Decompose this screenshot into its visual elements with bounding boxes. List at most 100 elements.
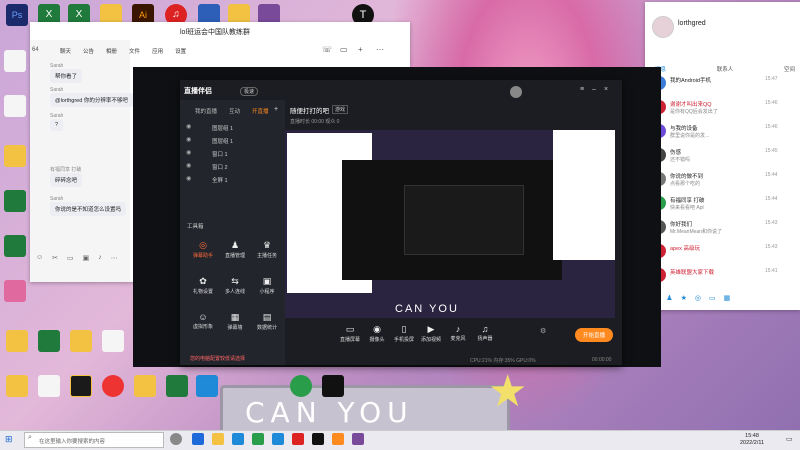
eye-icon[interactable]: ◉ xyxy=(186,162,191,169)
app-desktop-icon[interactable] xyxy=(102,375,124,397)
eye-icon[interactable]: ◉ xyxy=(186,149,191,156)
edge-icon[interactable] xyxy=(192,433,204,445)
tab-album[interactable]: 相册 xyxy=(106,47,117,55)
nav-interact[interactable]: 互动 xyxy=(229,107,240,115)
app-desktop-icon[interactable] xyxy=(70,375,92,397)
source-tool-button[interactable]: ♪ 麦克风 xyxy=(444,324,472,342)
eye-icon[interactable]: ◉ xyxy=(186,136,191,143)
list-item[interactable]: 有福同享 打破 快来看看吧 Apl 15:44 xyxy=(650,194,790,214)
app-desktop-icon[interactable] xyxy=(4,280,26,302)
folder-icon[interactable]: ▭ xyxy=(67,254,74,262)
layer-item[interactable]: ◉ 图层组 1 xyxy=(186,135,281,146)
tab-space[interactable]: 空间 xyxy=(784,65,795,73)
folder-desktop-icon[interactable] xyxy=(4,145,26,167)
app-desktop-icon[interactable] xyxy=(322,375,344,397)
list-item[interactable]: apex 高级玩 15:43 xyxy=(650,242,790,262)
tab-files[interactable]: 文件 xyxy=(129,47,140,55)
contacts-icon[interactable]: ♟ xyxy=(666,294,672,302)
side-tool-button[interactable]: ▤ 数据统计 xyxy=(250,312,284,331)
excel-desktop-icon[interactable] xyxy=(166,375,188,397)
eye-icon[interactable]: ◉ xyxy=(186,175,191,182)
list-item[interactable]: 谢谢才叫出来QQ 是你有QQ后会发出了 15:46 xyxy=(650,98,790,118)
image-icon[interactable]: ▣ xyxy=(83,254,90,262)
settings-icon[interactable]: ⚙ xyxy=(540,327,546,335)
list-item[interactable]: 我的Android手机 15:47 xyxy=(650,74,790,94)
side-tool-button[interactable]: ⇆ 多人连线 xyxy=(218,276,252,295)
video-icon[interactable]: ▭ xyxy=(340,45,348,54)
source-tool-button[interactable]: ▶ 添加视频 xyxy=(417,324,445,343)
layer-item[interactable]: ◉ 全屏 1 xyxy=(186,174,281,185)
tab-chat[interactable]: 聊天 xyxy=(60,47,71,55)
layer-item[interactable]: ◉ 窗口 1 xyxy=(186,148,281,159)
tab-contacts[interactable]: 联系人 xyxy=(717,65,734,73)
avatar[interactable] xyxy=(510,86,522,98)
game-icon[interactable]: ◎ xyxy=(695,294,701,302)
nav-go-live[interactable]: 开直播 xyxy=(252,107,269,115)
side-tool-button[interactable]: ♛ 主播任务 xyxy=(250,240,284,259)
eye-icon[interactable]: ◉ xyxy=(186,123,191,130)
excel-desktop-icon[interactable] xyxy=(4,235,26,257)
folder-icon[interactable]: ▭ xyxy=(709,294,716,302)
grid-icon[interactable]: ▦ xyxy=(724,294,731,302)
folder-desktop-icon[interactable] xyxy=(6,330,28,352)
add-member-icon[interactable]: + xyxy=(358,45,363,54)
side-tool-button[interactable]: ☺ 虚拟形象 xyxy=(186,312,220,330)
list-item[interactable]: 你说的做不到 点看那个吃的 15:44 xyxy=(650,170,790,190)
taskbar-search-input[interactable]: 在这里输入你要搜索的内容 xyxy=(24,432,164,448)
store-icon[interactable] xyxy=(232,433,244,445)
excel-desktop-icon[interactable] xyxy=(4,190,26,212)
avatar[interactable] xyxy=(652,16,674,38)
source-tool-button[interactable]: ♫ 扬声器 xyxy=(471,324,499,342)
more-icon[interactable]: ⋯ xyxy=(376,45,384,54)
music-icon[interactable] xyxy=(292,433,304,445)
start-live-button[interactable]: 开始直播 xyxy=(575,328,613,342)
task-view-icon[interactable] xyxy=(170,433,182,445)
file-explorer-icon[interactable] xyxy=(212,433,224,445)
layer-item[interactable]: ◉ 窗口 2 xyxy=(186,161,281,172)
minimize-icon[interactable]: – xyxy=(592,86,596,93)
wechat-icon[interactable] xyxy=(252,433,264,445)
source-tool-button[interactable]: ◉ 摄像头 xyxy=(363,324,391,343)
side-tool-button[interactable]: ◎ 弹幕助手 xyxy=(186,240,220,259)
scissors-icon[interactable]: ✂ xyxy=(52,254,58,262)
folder-desktop-icon[interactable] xyxy=(6,375,28,397)
more-icon[interactable]: ⋯ xyxy=(111,254,118,262)
file-desktop-icon[interactable] xyxy=(4,95,26,117)
add-layer-icon[interactable]: + xyxy=(274,106,278,113)
qq-icon[interactable] xyxy=(272,433,284,445)
layer-item[interactable]: ◉ 图层组 1 xyxy=(186,122,281,133)
side-tool-button[interactable]: ▣ 小程序 xyxy=(250,276,284,295)
tab-settings[interactable]: 设置 xyxy=(175,47,186,55)
source-tool-button[interactable]: ▯ 手机投屏 xyxy=(390,324,418,343)
windows-start-icon[interactable]: ⊞ xyxy=(5,434,13,445)
notification-icon[interactable]: ▭ xyxy=(786,435,793,443)
list-item[interactable]: 英雄联盟大家下载 15:41 xyxy=(650,266,790,286)
tab-apps[interactable]: 应用 xyxy=(152,47,163,55)
excel-desktop-icon[interactable] xyxy=(38,330,60,352)
close-icon[interactable]: × xyxy=(604,86,608,93)
list-item[interactable]: 你好我们 Mr.MeanMean和你说了 15:43 xyxy=(650,218,790,238)
file-desktop-icon[interactable] xyxy=(102,330,124,352)
list-item[interactable]: 伤感 还不错吗 15:45 xyxy=(650,146,790,166)
star-icon[interactable]: ★ xyxy=(681,294,687,302)
folder-desktop-icon[interactable] xyxy=(134,375,156,397)
file-desktop-icon[interactable] xyxy=(38,375,60,397)
emoji-icon[interactable]: ☺ xyxy=(36,254,43,262)
feishu-desktop-icon[interactable] xyxy=(196,375,218,397)
side-tool-button[interactable]: ▦ 弹幕墙 xyxy=(218,312,252,331)
photoshop-desktop-icon[interactable]: Ps xyxy=(6,4,28,26)
phone-icon[interactable]: ☏ xyxy=(322,45,332,54)
mic-icon[interactable]: ♪ xyxy=(98,254,102,262)
folder-desktop-icon[interactable] xyxy=(70,330,92,352)
live-companion-taskbar-icon[interactable] xyxy=(332,433,344,445)
side-tool-button[interactable]: ✿ 礼物设置 xyxy=(186,276,220,295)
nav-my-live[interactable]: 我的直播 xyxy=(195,107,217,115)
source-tool-button[interactable]: ▭ 直播屏幕 xyxy=(336,324,364,343)
tab-announcement[interactable]: 公告 xyxy=(83,47,94,55)
side-tool-button[interactable]: ♟ 直播管理 xyxy=(218,240,252,259)
tiktok-icon[interactable] xyxy=(312,433,324,445)
file-desktop-icon[interactable] xyxy=(4,50,26,72)
menu-icon[interactable]: ≡ xyxy=(580,86,584,93)
list-item[interactable]: 与我的设备 群里说你是的发... 15:46 xyxy=(650,122,790,142)
app-desktop-icon[interactable] xyxy=(290,375,312,397)
